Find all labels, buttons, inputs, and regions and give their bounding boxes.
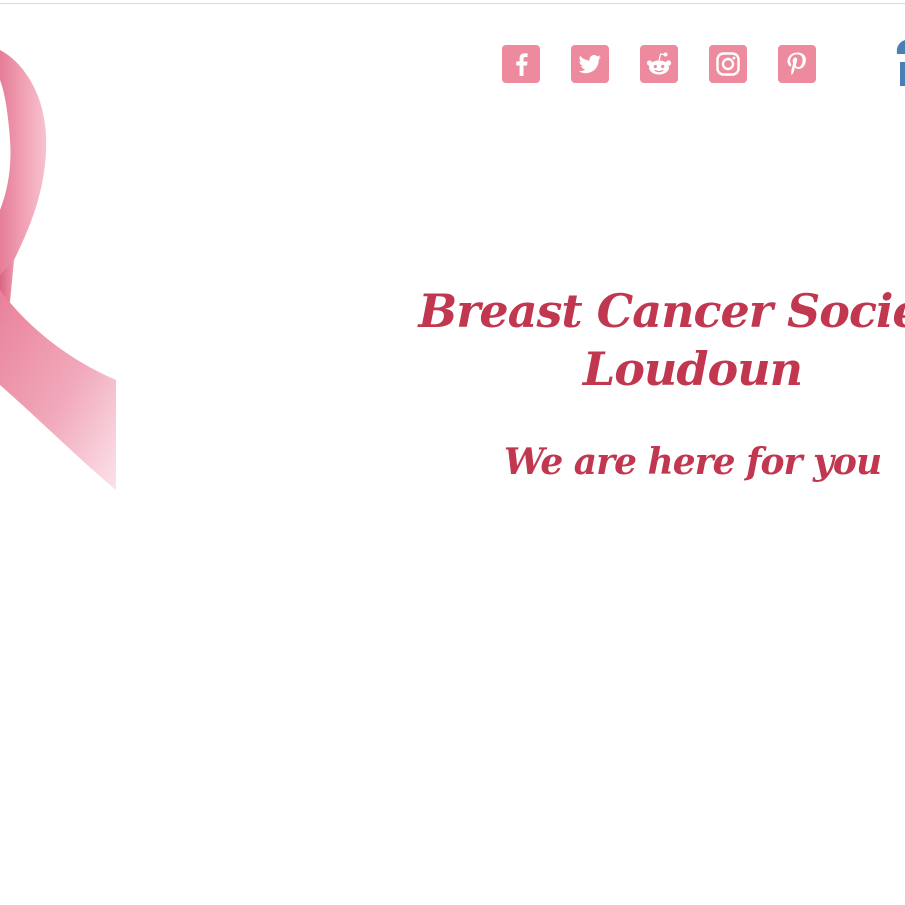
twitter-icon[interactable] [571,45,609,83]
pink-ribbon-logo [0,50,116,490]
tagline: We are here for you [503,441,882,483]
top-divider [0,3,905,4]
facebook-icon[interactable] [502,45,540,83]
site-title-line-1: Breast Cancer Society [418,284,905,338]
site-title-line-2: Loudoun [582,342,803,396]
partial-user-icon[interactable] [895,40,905,86]
instagram-icon[interactable] [709,45,747,83]
pinterest-icon[interactable] [778,45,816,83]
reddit-icon[interactable] [640,45,678,83]
page: Breast Cancer Society Loudoun We are her… [0,0,905,905]
site-title: Breast Cancer Society Loudoun [415,282,905,398]
